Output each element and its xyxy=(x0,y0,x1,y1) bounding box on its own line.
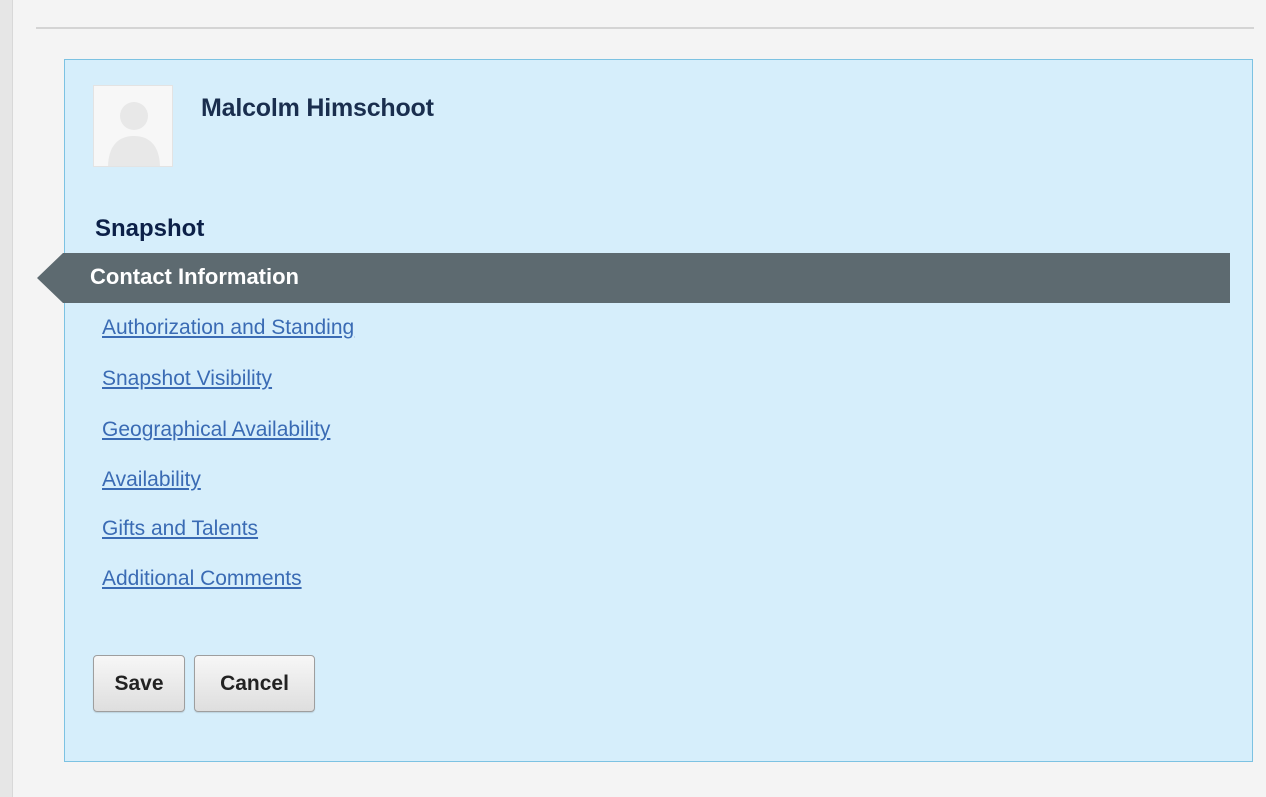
nav-link-additional-comments[interactable]: Additional Comments xyxy=(102,567,302,591)
nav-link-geographical-availability[interactable]: Geographical Availability xyxy=(102,418,330,442)
section-title: Snapshot xyxy=(95,215,205,242)
nav-item-contact-information-label: Contact Information xyxy=(90,264,299,289)
nav-link-authorization-and-standing[interactable]: Authorization and Standing xyxy=(102,316,354,340)
cancel-button[interactable]: Cancel xyxy=(194,655,315,712)
avatar xyxy=(93,85,173,167)
default-person-silhouette-icon xyxy=(108,102,160,166)
nav-link-availability[interactable]: Availability xyxy=(102,468,201,492)
profile-name: Malcolm Himschoot xyxy=(201,94,434,122)
nav-link-gifts-and-talents[interactable]: Gifts and Talents xyxy=(102,517,258,541)
save-button[interactable]: Save xyxy=(93,655,185,712)
top-divider xyxy=(36,27,1254,29)
active-indicator-arrow xyxy=(37,253,63,303)
nav-link-snapshot-visibility[interactable]: Snapshot Visibility xyxy=(102,367,272,391)
